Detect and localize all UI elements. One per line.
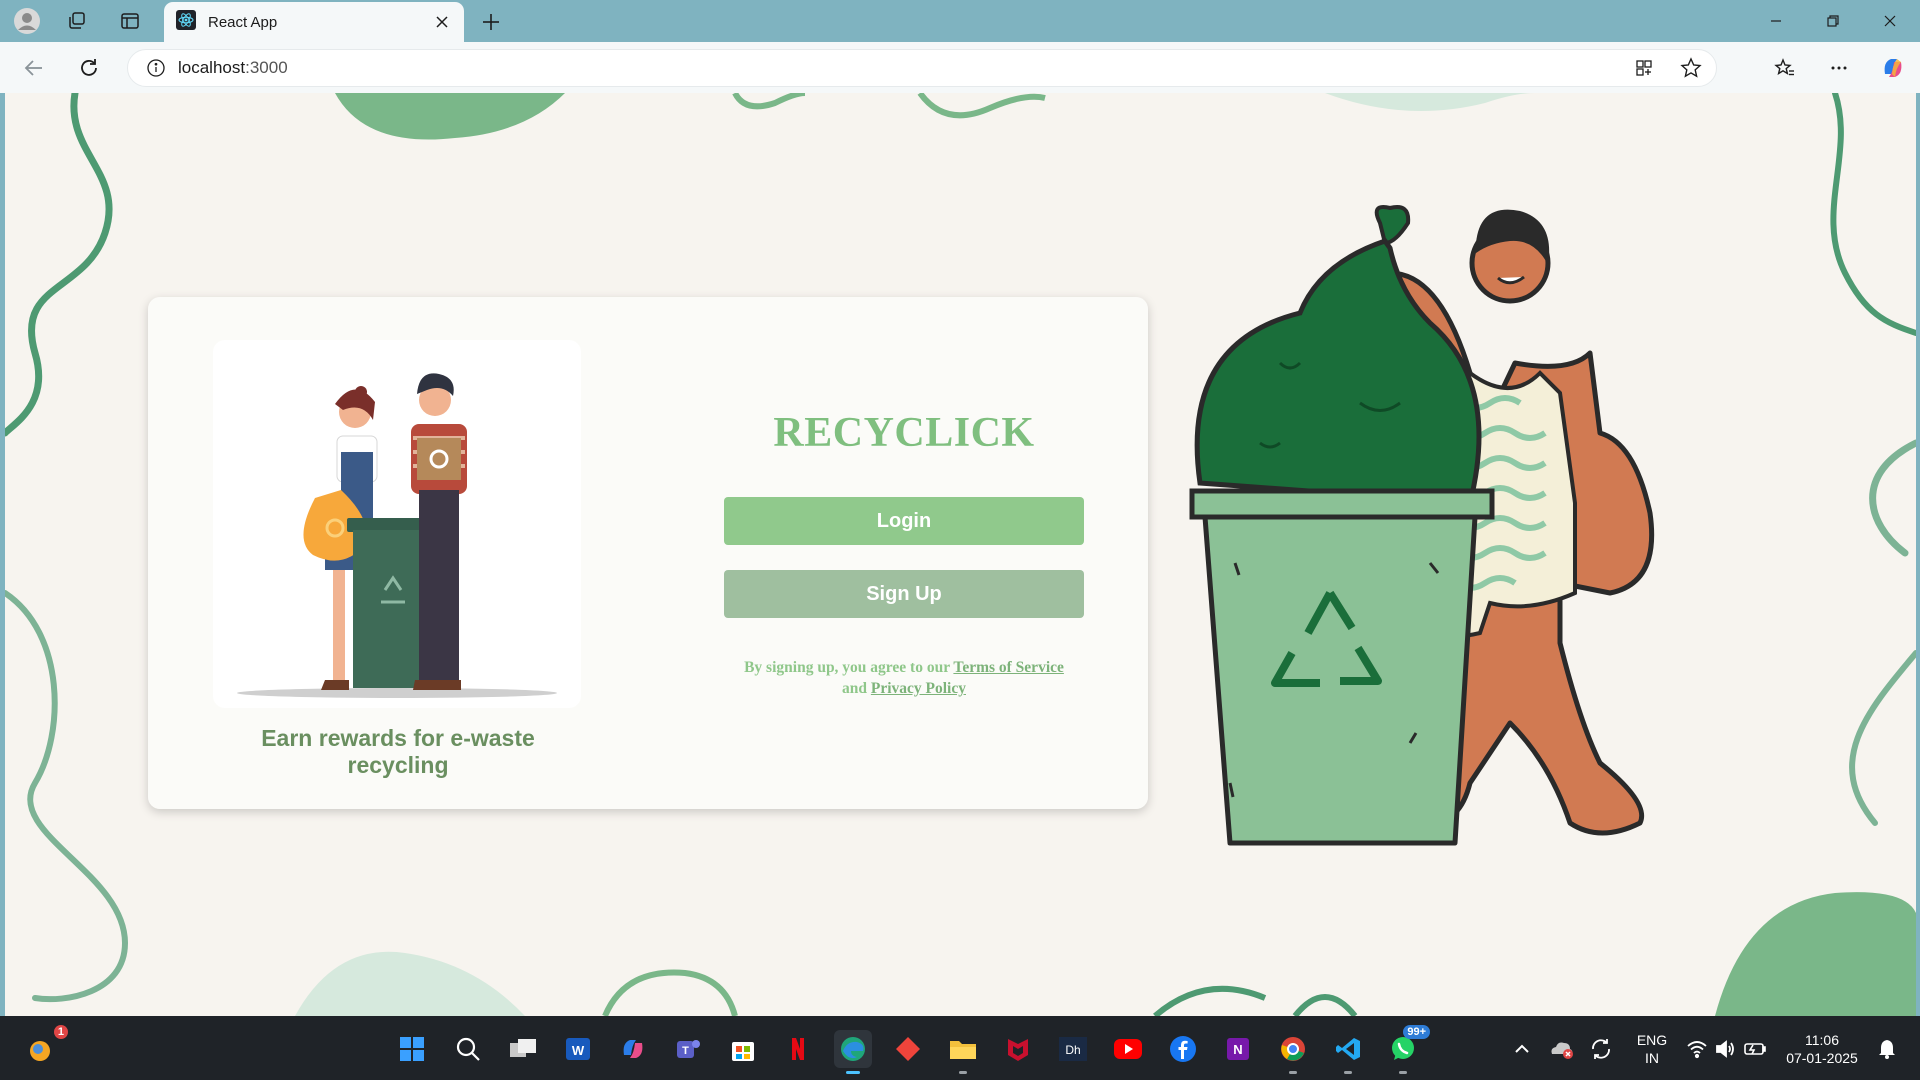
browser-toolbar: localhost:3000	[0, 42, 1920, 93]
mcafee-icon[interactable]	[999, 1030, 1037, 1068]
word-icon[interactable]: W	[559, 1030, 597, 1068]
more-options-icon[interactable]	[1823, 52, 1855, 84]
terms-prefix-text: By signing up, you agree to our	[744, 659, 950, 676]
url-host: localhost	[178, 58, 246, 77]
running-indicator	[1289, 1071, 1297, 1074]
windows-taskbar: 1 W T Dh N 99+ ENG IN 11:06 07-01-2025	[0, 1016, 1920, 1080]
minimize-icon[interactable]	[1754, 8, 1798, 34]
sync-icon[interactable]	[1582, 1030, 1620, 1068]
teams-icon[interactable]: T	[669, 1030, 707, 1068]
favorite-star-icon[interactable]	[1680, 57, 1702, 79]
vscode-icon[interactable]	[1329, 1030, 1367, 1074]
svg-text:W: W	[572, 1043, 585, 1058]
svg-text:Dh: Dh	[1065, 1043, 1080, 1057]
tagline: Earn rewards for e-waste recycling	[261, 725, 535, 778]
login-button[interactable]: Login	[724, 497, 1084, 545]
running-indicator	[959, 1071, 967, 1074]
svg-text:N: N	[1233, 1042, 1242, 1057]
person-with-bin-illustration	[1189, 205, 1655, 846]
terms-notice: By signing up, you agree to our Terms of…	[724, 657, 1084, 699]
page-viewport: Earn rewards for e-waste recycling RECYC…	[5, 93, 1916, 1016]
clock-time: 11:06	[1805, 1032, 1839, 1048]
close-window-icon[interactable]	[1868, 8, 1912, 34]
language-region: IN	[1645, 1050, 1659, 1066]
address-bar[interactable]: localhost:3000	[127, 49, 1717, 87]
file-explorer-icon[interactable]	[944, 1030, 982, 1074]
start-windows-icon[interactable]	[393, 1030, 431, 1068]
browser-tab-bar: React App	[0, 0, 1920, 42]
widgets-icon[interactable]: 1	[22, 1025, 68, 1068]
brand-title: RECYCLICK	[773, 410, 1035, 456]
new-tab-button[interactable]	[476, 9, 506, 35]
copilot-app-icon[interactable]	[614, 1030, 652, 1068]
language-indicator[interactable]: ENG IN	[1627, 1031, 1677, 1067]
netflix-icon[interactable]	[779, 1030, 817, 1068]
clock[interactable]: 11:06 07-01-2025	[1782, 1031, 1862, 1067]
whatsapp-badge: 99+	[1403, 1025, 1430, 1039]
restore-icon[interactable]	[1811, 8, 1855, 34]
search-icon[interactable]	[449, 1030, 487, 1068]
youtube-icon[interactable]	[1109, 1030, 1147, 1068]
notification-bell-icon[interactable]	[1868, 1030, 1906, 1068]
task-view-icon[interactable]	[504, 1030, 542, 1068]
facebook-icon[interactable]	[1164, 1030, 1202, 1068]
login-card: Earn rewards for e-waste recycling RECYC…	[148, 297, 1148, 809]
terms-and-text: and	[842, 680, 867, 697]
onenote-icon[interactable]: N	[1219, 1030, 1257, 1068]
terms-of-service-link[interactable]: Terms of Service	[953, 659, 1063, 676]
tab-title: React App	[208, 13, 278, 31]
copilot-icon[interactable]	[1877, 52, 1909, 84]
clock-date: 07-01-2025	[1786, 1050, 1858, 1066]
signup-button[interactable]: Sign Up	[724, 570, 1084, 618]
running-indicator	[1344, 1071, 1352, 1074]
react-logo-icon	[176, 9, 196, 35]
url-text: localhost:3000	[178, 58, 288, 78]
active-indicator	[846, 1071, 860, 1074]
url-port: :3000	[245, 58, 288, 77]
back-arrow-icon[interactable]	[18, 52, 50, 84]
battery-icon[interactable]	[1736, 1030, 1774, 1068]
chevron-up-icon[interactable]	[1503, 1030, 1541, 1068]
app-available-icon[interactable]	[1634, 58, 1654, 78]
favorites-icon[interactable]	[1769, 52, 1801, 84]
tab-react-app[interactable]: React App	[164, 2, 464, 42]
privacy-policy-link[interactable]: Privacy Policy	[871, 680, 966, 697]
close-tab-icon[interactable]	[432, 12, 452, 32]
vertical-tabs-icon[interactable]	[115, 7, 145, 35]
chrome-icon[interactable]	[1274, 1030, 1312, 1074]
site-info-icon[interactable]	[146, 58, 166, 78]
recycling-people-illustration	[213, 340, 581, 708]
workspaces-icon[interactable]	[62, 7, 92, 35]
language-code: ENG	[1636, 1032, 1668, 1048]
dh-app-icon[interactable]: Dh	[1054, 1030, 1092, 1068]
svg-text:T: T	[682, 1045, 689, 1057]
microsoft-store-icon[interactable]	[724, 1030, 762, 1068]
edge-browser-icon[interactable]	[834, 1030, 872, 1074]
anydesk-icon[interactable]	[889, 1030, 927, 1068]
widgets-badge: 1	[53, 1025, 68, 1039]
profile-avatar-icon[interactable]	[12, 7, 42, 35]
refresh-icon[interactable]	[73, 52, 105, 84]
whatsapp-icon[interactable]: 99+	[1384, 1025, 1430, 1074]
running-indicator	[1399, 1071, 1407, 1074]
onedrive-error-icon[interactable]	[1542, 1030, 1580, 1068]
